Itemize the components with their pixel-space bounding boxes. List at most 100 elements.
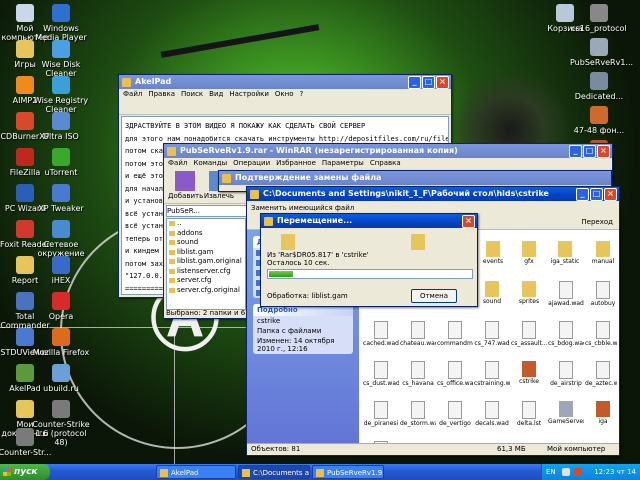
desktop-icon[interactable]: uTorrent xyxy=(32,148,90,177)
file-item[interactable]: sprites xyxy=(511,281,547,305)
close-button[interactable]: × xyxy=(436,76,449,89)
desktop-icon[interactable]: Opera xyxy=(32,292,90,321)
file-item[interactable]: ajawad.wad xyxy=(548,281,584,307)
desktop-icon[interactable]: Сетевое окружение xyxy=(32,220,90,258)
file-item[interactable]: gfx xyxy=(511,241,547,265)
desktop-icon[interactable]: 47-48 фон... xyxy=(570,106,628,135)
menu-item[interactable]: Вид xyxy=(209,90,223,98)
desktop-icon[interactable]: Dedicated... xyxy=(570,72,628,101)
maximize-button[interactable]: □ xyxy=(590,188,603,201)
minimize-button[interactable]: _ xyxy=(408,76,421,89)
menu-item[interactable]: Избранное xyxy=(276,159,316,167)
replace-confirm-titlebar[interactable]: Подтверждение замены файла xyxy=(219,171,611,185)
file-item[interactable]: cs_havana xyxy=(400,361,436,387)
move-dialog-titlebar[interactable]: Перемещение... × xyxy=(261,214,477,228)
file-item[interactable]: manual xyxy=(585,241,617,265)
menu-item[interactable]: Операции xyxy=(233,159,270,167)
app-icon xyxy=(590,72,608,90)
desktop-icon[interactable]: iHEX xyxy=(32,256,90,285)
archive-entry[interactable]: server.cfg xyxy=(167,276,245,286)
minimize-button[interactable]: _ xyxy=(569,145,582,158)
file-item[interactable]: sound xyxy=(474,281,510,305)
desktop-icon[interactable]: XP Tweaker xyxy=(32,184,90,213)
file-item[interactable]: commandmenu xyxy=(437,321,473,347)
winrar-file-list[interactable]: .. addons sound liblist.gam liblist.gam.orig… xyxy=(166,218,246,310)
menu-item[interactable]: Правка xyxy=(148,90,175,98)
taskbar-button[interactable]: C:\Documents and Se... xyxy=(238,465,310,479)
file-item[interactable]: events xyxy=(475,241,511,265)
maximize-button[interactable]: □ xyxy=(422,76,435,89)
desktop-icon[interactable]: Windows Media Player xyxy=(32,4,90,42)
archive-entry[interactable]: liblist.gam xyxy=(167,248,245,258)
menu-item[interactable]: Поиск xyxy=(181,90,203,98)
detail-line: cstrike xyxy=(257,317,281,325)
file-item[interactable]: decals.wad xyxy=(474,401,510,427)
menu-item[interactable]: Параметры xyxy=(322,159,364,167)
maximize-button[interactable]: □ xyxy=(583,145,596,158)
winrar-titlebar[interactable]: PubSeRveRv1.9.rar - WinRAR (незарегистри… xyxy=(164,144,612,158)
winrar-path-field[interactable]: PubSeR... xyxy=(166,205,248,217)
file-item[interactable]: cs_assault... xyxy=(511,321,547,347)
file-item[interactable]: iga xyxy=(585,401,617,425)
desktop-icon[interactable]: Ultra ISO xyxy=(32,112,90,141)
close-button[interactable]: × xyxy=(462,215,475,228)
file-item[interactable]: iga_static xyxy=(547,241,583,265)
file-item[interactable]: chateau.wad xyxy=(400,321,436,347)
desktop-icon[interactable]: Wise Disk Cleaner xyxy=(32,40,90,78)
minimize-button[interactable]: _ xyxy=(576,188,589,201)
app-icon xyxy=(52,184,70,202)
desktop-icon[interactable]: PubSeRveRv1... xyxy=(570,38,633,67)
file-item[interactable]: de_aztec.wad xyxy=(585,361,617,387)
file-icon xyxy=(596,361,610,379)
file-item[interactable]: cached.wad xyxy=(363,321,399,347)
file-item[interactable]: cs_office.wad xyxy=(437,361,473,387)
file-item[interactable]: cstrike xyxy=(511,361,547,385)
file-item[interactable]: de_storm.wad xyxy=(400,401,436,427)
security-icon[interactable] xyxy=(574,468,582,476)
archive-entry[interactable]: .. xyxy=(167,219,245,229)
language-indicator[interactable]: EN xyxy=(546,464,556,480)
menu-item[interactable]: Файл xyxy=(168,159,187,167)
move-progress-dialog[interactable]: Перемещение... × Из 'Rar$DR05.817' в 'cs… xyxy=(260,213,478,307)
desktop-icon[interactable]: Wise Registry Cleaner xyxy=(32,76,90,114)
close-button[interactable]: × xyxy=(604,188,617,201)
file-item[interactable]: delta.lst xyxy=(511,401,547,427)
file-item[interactable]: autobuy xyxy=(585,281,617,307)
file-item[interactable]: cs_cbble.wad xyxy=(585,321,617,347)
cancel-button[interactable]: Отмена xyxy=(411,289,457,303)
file-item[interactable]: de_piranesi xyxy=(363,401,399,427)
archive-entry[interactable]: server.cfg.original xyxy=(167,286,245,296)
file-name: autobuy xyxy=(590,300,616,307)
taskbar-button[interactable]: AkelPad xyxy=(156,465,236,479)
close-button[interactable]: × xyxy=(597,145,610,158)
file-item[interactable]: cs_dust.wad xyxy=(363,361,399,387)
file-item[interactable]: cstraining.wad xyxy=(474,361,510,387)
desktop-icon[interactable]: Mozilla Firefox xyxy=(32,328,90,357)
file-item[interactable]: de_airstrip xyxy=(548,361,584,387)
explorer-titlebar[interactable]: C:\Documents and Settings\nikit_1_F\Рабо… xyxy=(247,187,619,201)
desktop-icon[interactable]: Counter-Str... xyxy=(0,428,54,457)
start-button[interactable]: пуск xyxy=(0,464,50,480)
menu-item[interactable]: ? xyxy=(300,90,304,98)
file-item[interactable]: GameServer xyxy=(548,401,584,425)
menu-item[interactable]: Справка xyxy=(370,159,401,167)
volume-icon[interactable] xyxy=(562,468,570,476)
desktop-icon[interactable]: cs16_protocol xyxy=(570,4,628,33)
add-button[interactable]: Добавить xyxy=(168,171,203,200)
archive-entry[interactable]: listenserver.cfg xyxy=(167,267,245,277)
file-name: cstrike xyxy=(519,378,539,385)
taskbar-button[interactable]: PubSeRveRv1.9.rar -... xyxy=(312,465,384,479)
desktop-icon[interactable]: ubuild.ru xyxy=(32,364,90,393)
menu-item[interactable]: Файл xyxy=(123,90,142,98)
archive-entry[interactable]: liblist.gam.original xyxy=(167,257,245,267)
file-item[interactable]: de_vertigo xyxy=(437,401,473,427)
menu-item[interactable]: Окно xyxy=(275,90,294,98)
go-button[interactable]: Переход xyxy=(581,215,613,229)
archive-entry[interactable]: addons xyxy=(167,229,245,239)
file-item[interactable]: cs_747.wad xyxy=(474,321,510,347)
archive-entry[interactable]: sound xyxy=(167,238,245,248)
menu-item[interactable]: Команды xyxy=(193,159,227,167)
akelpad-titlebar[interactable]: AkelPad _ □ × xyxy=(119,75,451,89)
file-item[interactable]: cs_bdog.wad xyxy=(548,321,584,347)
menu-item[interactable]: Настройки xyxy=(229,90,269,98)
